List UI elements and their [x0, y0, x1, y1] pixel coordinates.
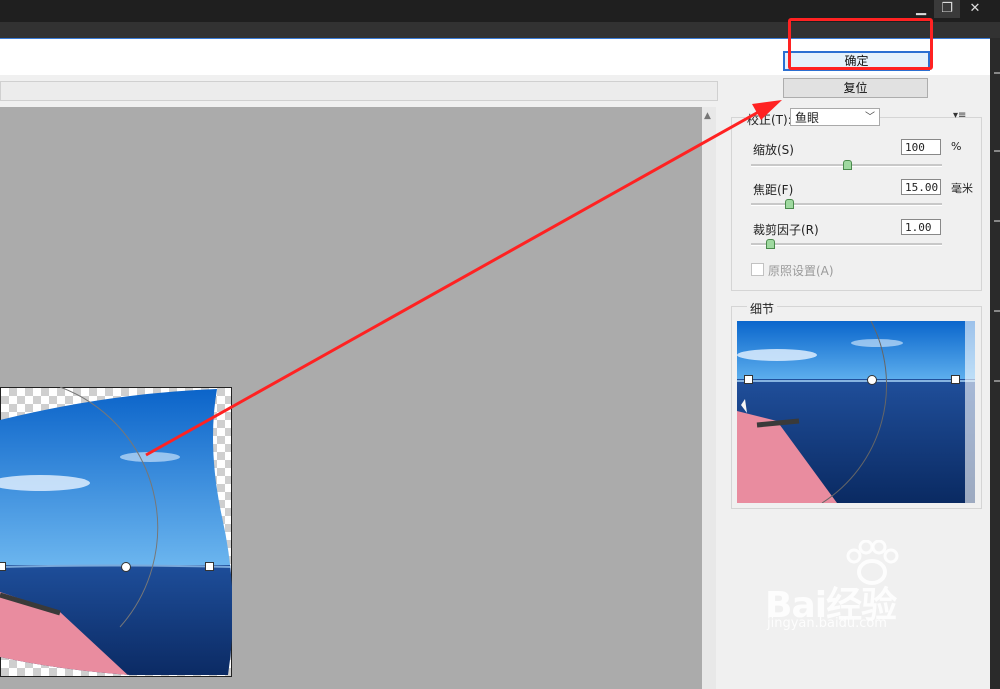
focal-length-unit: 毫米 — [951, 182, 973, 195]
correction-selected-value: 鱼眼 — [795, 111, 820, 125]
minimize-icon: ▁ — [916, 1, 926, 16]
crop-handle-right[interactable] — [205, 562, 214, 571]
chevron-down-icon: ﹀ — [865, 112, 875, 123]
focal-length-label: 焦距(F) — [753, 183, 794, 197]
correction-label: 校正(T): — [745, 111, 794, 128]
scale-label: 缩放(S) — [753, 143, 794, 157]
restore-button[interactable]: ❐ — [934, 0, 960, 18]
center-handle[interactable] — [121, 562, 131, 572]
dock-marker — [994, 310, 1000, 312]
focal-length-slider-thumb[interactable] — [785, 199, 795, 209]
scale-unit: % — [951, 140, 962, 153]
close-button[interactable]: ✕ — [962, 0, 988, 18]
scroll-up-icon[interactable]: ▲ — [704, 111, 711, 121]
dock-marker — [994, 72, 1000, 74]
dock-marker — [994, 380, 1000, 382]
annotation-highlight-box — [788, 18, 933, 70]
preview-canvas[interactable] — [0, 107, 702, 689]
panel-dock-strip — [990, 38, 1000, 688]
detail-preview — [737, 320, 975, 504]
preview-image — [0, 387, 232, 677]
focal-length-input[interactable]: 15.00 — [901, 179, 941, 195]
dock-marker — [994, 150, 1000, 152]
distorted-photo — [0, 387, 232, 675]
scale-input[interactable]: 100 — [901, 139, 941, 155]
crop-factor-slider-thumb[interactable] — [766, 239, 776, 249]
focal-length-slider-track[interactable] — [751, 203, 942, 206]
crop-factor-slider-track[interactable] — [751, 243, 942, 246]
original-settings-checkbox[interactable] — [751, 263, 764, 276]
crop-factor-label: 裁剪因子(R) — [753, 223, 819, 237]
reset-button[interactable]: 复位 — [783, 78, 928, 98]
close-icon: ✕ — [969, 1, 981, 16]
correction-type-select[interactable]: 鱼眼 ﹀ — [790, 108, 880, 126]
crop-factor-input[interactable]: 1.00 — [901, 219, 941, 235]
scale-slider-thumb[interactable] — [842, 160, 852, 170]
crop-handle-left[interactable] — [0, 562, 6, 571]
dock-marker — [994, 220, 1000, 222]
detail-photo — [737, 320, 975, 504]
preview-scrollbar[interactable]: ▲ — [702, 107, 716, 689]
detail-handle-right[interactable] — [951, 375, 960, 384]
restore-icon: ❐ — [941, 1, 953, 16]
detail-label: 细节 — [747, 300, 778, 317]
detail-handle-left[interactable] — [744, 375, 753, 384]
original-settings-label: 原照设置(A) — [768, 264, 834, 278]
panel-menu-icon[interactable]: ▾≡ — [953, 110, 966, 121]
detail-center-handle[interactable] — [867, 375, 877, 385]
preview-toolbar — [0, 81, 718, 101]
minimize-button[interactable]: ▁ — [908, 0, 934, 18]
